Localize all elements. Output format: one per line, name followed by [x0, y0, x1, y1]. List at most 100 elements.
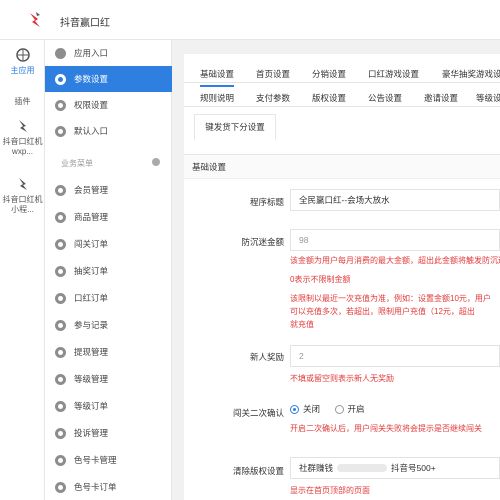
sidebar-item-label: 色号卡订单 — [74, 482, 117, 492]
rail-label: 主应用 — [10, 66, 35, 75]
chat-icon — [55, 47, 66, 59]
sidebar-item-label: 参数设置 — [74, 74, 109, 84]
section-label: 业务菜单 — [61, 158, 93, 168]
rail-item-plugin-1[interactable]: 抖音口红机wxp... — [0, 118, 45, 157]
rail-item-plugins[interactable]: 插件 — [0, 96, 45, 107]
top-bar: 抖音赢口红 — [0, 0, 500, 40]
tab-payment[interactable]: 支付参数 — [256, 92, 290, 104]
form-heading: 基础设置 — [184, 155, 500, 179]
claim-setting-value-2: 抖音号500+ — [391, 463, 436, 473]
sidebar-item-app-entry[interactable]: 应用入口 — [45, 40, 172, 66]
sidebar-item-withdraw[interactable]: 提现管理 — [45, 339, 172, 365]
sidebar-item-level-order[interactable]: 等级订单 — [45, 393, 172, 419]
sidebar-item-complaints[interactable]: 投诉管理 — [45, 420, 172, 446]
gear-icon — [55, 373, 66, 385]
radio-on[interactable]: 开启 — [334, 403, 365, 415]
app-title: 抖音赢口红 — [60, 18, 110, 29]
gear-icon — [55, 265, 66, 277]
program-title-input[interactable]: 全民赢口红--会场大放水 — [290, 189, 500, 211]
tab-distribution[interactable]: 分销设置 — [312, 68, 346, 80]
rail-item-plugin-2[interactable]: 抖音口红机小程... — [0, 176, 45, 215]
sidebar-item-params[interactable]: 参数设置 — [45, 66, 172, 92]
second-confirm-help: 开启二次确认后，用户闯关失败将会提示是否继续闯关 — [290, 424, 482, 433]
sidebar-item-levels[interactable]: 等级管理 — [45, 366, 172, 392]
sidebar-item-color-cards[interactable]: 色号卡管理 — [45, 447, 172, 473]
rail-label: 插件 — [14, 97, 31, 106]
basic-settings-form: 基础设置 程序标题 全民赢口红--会场大放水 防沉迷金额 98 该金额为用户每月… — [184, 154, 500, 500]
sidebar-item-label: 提现管理 — [74, 347, 109, 357]
settings-tabs: 基础设置 首页设置 分销设置 口红游戏设置 豪华抽奖游戏设置 规则说明 支付参数… — [184, 54, 500, 156]
sidebar-item-label: 等级管理 — [74, 374, 109, 384]
gear-icon — [55, 400, 66, 412]
sidebar-item-lipstick-orders[interactable]: 口红订单 — [45, 285, 172, 311]
gear-icon — [55, 73, 66, 85]
plugin-logo-icon — [18, 120, 27, 132]
sidebar-item-label: 会员管理 — [74, 185, 109, 195]
gear-icon — [55, 481, 66, 493]
gear-icon — [55, 238, 66, 250]
tab-rules[interactable]: 规则说明 — [200, 92, 234, 104]
tab-invite[interactable]: 邀请设置 — [424, 92, 458, 104]
gear-icon — [55, 427, 66, 439]
grid-icon — [15, 48, 30, 62]
rail-item-main[interactable]: 主应用 — [0, 48, 45, 76]
withdraw-amount-help: 该金额为用户每月消费的最大金额，超出此金额将触发防沉迷 — [290, 256, 500, 265]
radio-label: 关闭 — [303, 404, 321, 414]
new-user-help: 不填或留空则表示新人无奖励 — [290, 374, 394, 383]
rail-label: 抖音口红机小程... — [2, 195, 43, 214]
withdraw-amount-input[interactable]: 98 — [290, 229, 500, 251]
sidebar-item-lottery-orders[interactable]: 抽奖订单 — [45, 258, 172, 284]
sidebar-item-level-orders[interactable]: 闯关订单 — [45, 231, 172, 257]
tab-levels[interactable]: 等级设置 — [476, 92, 500, 104]
sidebar-item-label: 口红订单 — [74, 293, 109, 303]
withdraw-amount-help: 就充值 — [290, 320, 314, 329]
gear-icon — [55, 125, 66, 137]
tab-notice[interactable]: 公告设置 — [368, 92, 402, 104]
rail-label: 抖音口红机wxp... — [2, 137, 43, 156]
new-user-input[interactable]: 2 — [290, 345, 500, 367]
sidebar-item-label: 默认入口 — [74, 126, 109, 136]
claim-setting-help: 显示在首页顶部的页面 — [290, 486, 370, 495]
plugin-logo-icon — [18, 178, 27, 190]
radio-dot-icon — [290, 404, 299, 414]
sidebar-item-color-card-orders[interactable]: 色号卡订单 — [45, 474, 172, 500]
radio-off[interactable]: 关闭 — [290, 403, 320, 415]
sidebar-section-business: 业务菜单 — [45, 152, 172, 174]
sidebar-item-permissions[interactable]: 权限设置 — [45, 92, 172, 118]
claim-setting-label: 清除版权设置 — [232, 466, 284, 476]
sidebar-item-label: 应用入口 — [74, 48, 109, 58]
withdraw-amount-label: 防沉迷金额 — [241, 237, 284, 247]
withdraw-amount-help: 该限制以最近一次充值为准，例如：设置金额10元，用户 — [290, 294, 491, 303]
sidebar-item-label: 投诉管理 — [74, 428, 109, 438]
tab-divider — [184, 106, 500, 107]
app-logo-icon — [30, 12, 40, 27]
sidebar-item-label: 权限设置 — [74, 100, 109, 110]
sidebar-item-members[interactable]: 会员管理 — [45, 177, 172, 203]
module-rail: 主应用 插件 抖音口红机wxp... 抖音口红机小程... — [0, 40, 45, 500]
gear-icon — [55, 454, 66, 466]
program-title-label: 程序标题 — [249, 197, 284, 207]
claim-setting-input[interactable]: 社群赚钱 抖音号500+ — [290, 457, 500, 479]
gear-icon — [55, 211, 66, 223]
sidebar-item-label: 参与记录 — [74, 320, 109, 330]
sidebar-item-label: 商品管理 — [74, 212, 109, 222]
gear-icon — [55, 319, 66, 331]
gear-icon — [55, 184, 66, 196]
tab-basic[interactable]: 基础设置 — [200, 68, 235, 87]
tab-lottery-game[interactable]: 豪华抽奖游戏设置 — [442, 68, 500, 80]
gear-icon — [55, 346, 66, 358]
second-confirm-radio-group: 关闭 开启 — [290, 403, 377, 416]
sidebar-item-products[interactable]: 商品管理 — [45, 204, 172, 230]
sidebar-item-label: 抽奖订单 — [74, 266, 109, 276]
sidebar-item-records[interactable]: 参与记录 — [45, 312, 172, 338]
settings-gear-icon[interactable] — [152, 158, 160, 166]
sidebar-item-label: 色号卡管理 — [74, 455, 117, 465]
tab-home[interactable]: 首页设置 — [256, 68, 290, 80]
claim-setting-value: 社群赚钱 — [299, 463, 334, 473]
tab-lipstick-game[interactable]: 口红游戏设置 — [368, 68, 419, 80]
tab-delivery[interactable]: 键发货下分设置 — [194, 114, 276, 140]
gear-icon — [55, 99, 66, 111]
gear-icon — [55, 292, 66, 304]
sidebar-item-default-entry[interactable]: 默认入口 — [45, 118, 172, 144]
tab-copyright[interactable]: 版权设置 — [312, 92, 346, 104]
